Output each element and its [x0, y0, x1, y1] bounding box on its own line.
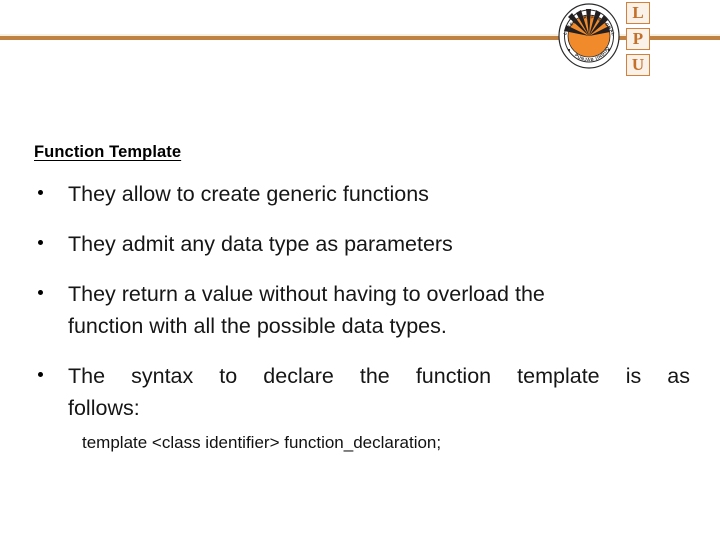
- slide-canvas: LOVELY PROFESSIONAL UNIVERSITY PUNJAB (I…: [0, 0, 720, 540]
- list-item: They return a value without having to ov…: [30, 278, 690, 342]
- bullet-line: They admit any data type as parameters: [68, 232, 453, 256]
- bullet-dot-icon: [38, 372, 43, 377]
- bullet-dot-icon: [38, 190, 43, 195]
- code-syntax-line: template <class identifier> function_dec…: [82, 433, 442, 452]
- bullet-line: They allow to create generic functions: [68, 182, 429, 206]
- bullet-line: They return a value without having to ov…: [68, 282, 545, 306]
- bullet-line: follows:: [68, 396, 140, 420]
- bullet-line: function with all the possible data type…: [68, 314, 447, 338]
- list-item: The syntax to declare the function templ…: [30, 360, 690, 424]
- bullet-line: The syntax to declare the function templ…: [68, 364, 690, 388]
- bullet-dot-icon: [38, 290, 43, 295]
- bullet-dot-icon: [38, 240, 43, 245]
- list-item: They admit any data type as parameters: [30, 228, 690, 260]
- bullet-list: They allow to create generic functions T…: [30, 178, 690, 442]
- section-heading: Function Template: [34, 143, 182, 161]
- slide-content: Function Template They allow to create g…: [0, 0, 720, 540]
- list-item: They allow to create generic functions: [30, 178, 690, 210]
